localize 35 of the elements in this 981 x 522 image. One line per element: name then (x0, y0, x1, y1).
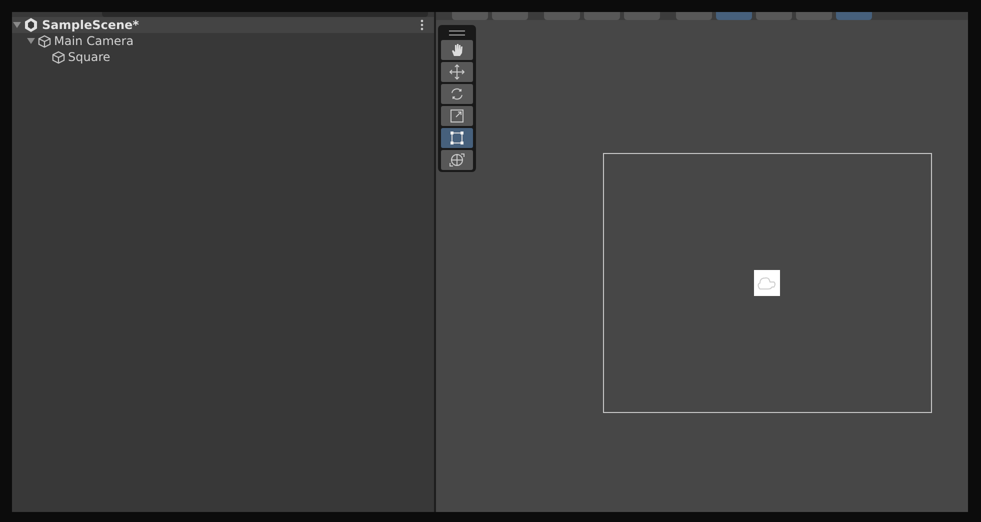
scene-icon (24, 18, 38, 32)
scene-name: SampleScene* (42, 17, 139, 34)
toolbar-button[interactable] (624, 12, 660, 20)
scale-icon (449, 108, 465, 124)
hierarchy-item[interactable]: Main Camera (12, 33, 434, 49)
toolbar-button[interactable] (452, 12, 488, 20)
transform-icon (449, 152, 465, 168)
rotate-tool-button[interactable] (441, 84, 473, 104)
rotate-icon (449, 86, 465, 102)
toolbar-button[interactable] (836, 12, 872, 20)
toolbar-button[interactable] (676, 12, 712, 20)
move-tool-button[interactable] (441, 62, 473, 82)
scene-row[interactable]: SampleScene* (12, 17, 434, 33)
toolbar-button[interactable] (584, 12, 620, 20)
search-field[interactable] (102, 12, 428, 17)
more-icon[interactable] (420, 19, 424, 31)
toolbar-button[interactable] (756, 12, 792, 20)
cube-icon (52, 50, 65, 64)
toolbar-button[interactable] (796, 12, 832, 20)
move-icon (449, 64, 465, 80)
cloud-icon (756, 275, 778, 291)
rect-tool-button[interactable] (441, 128, 473, 148)
hand-tool-button[interactable] (441, 40, 473, 60)
expanded-arrow-icon[interactable] (13, 21, 21, 29)
toolbar-button[interactable] (544, 12, 580, 20)
toolbar-button[interactable] (492, 12, 528, 20)
hierarchy-item[interactable]: Square (12, 49, 434, 65)
scale-tool-button[interactable] (441, 106, 473, 126)
cube-icon (38, 34, 51, 48)
drag-handle-icon[interactable] (447, 28, 467, 38)
transform-tool-button[interactable] (441, 150, 473, 170)
toolbar-button[interactable] (716, 12, 752, 20)
expanded-arrow-icon[interactable] (27, 37, 35, 45)
hand-icon (449, 42, 465, 58)
rect-icon (449, 130, 465, 146)
